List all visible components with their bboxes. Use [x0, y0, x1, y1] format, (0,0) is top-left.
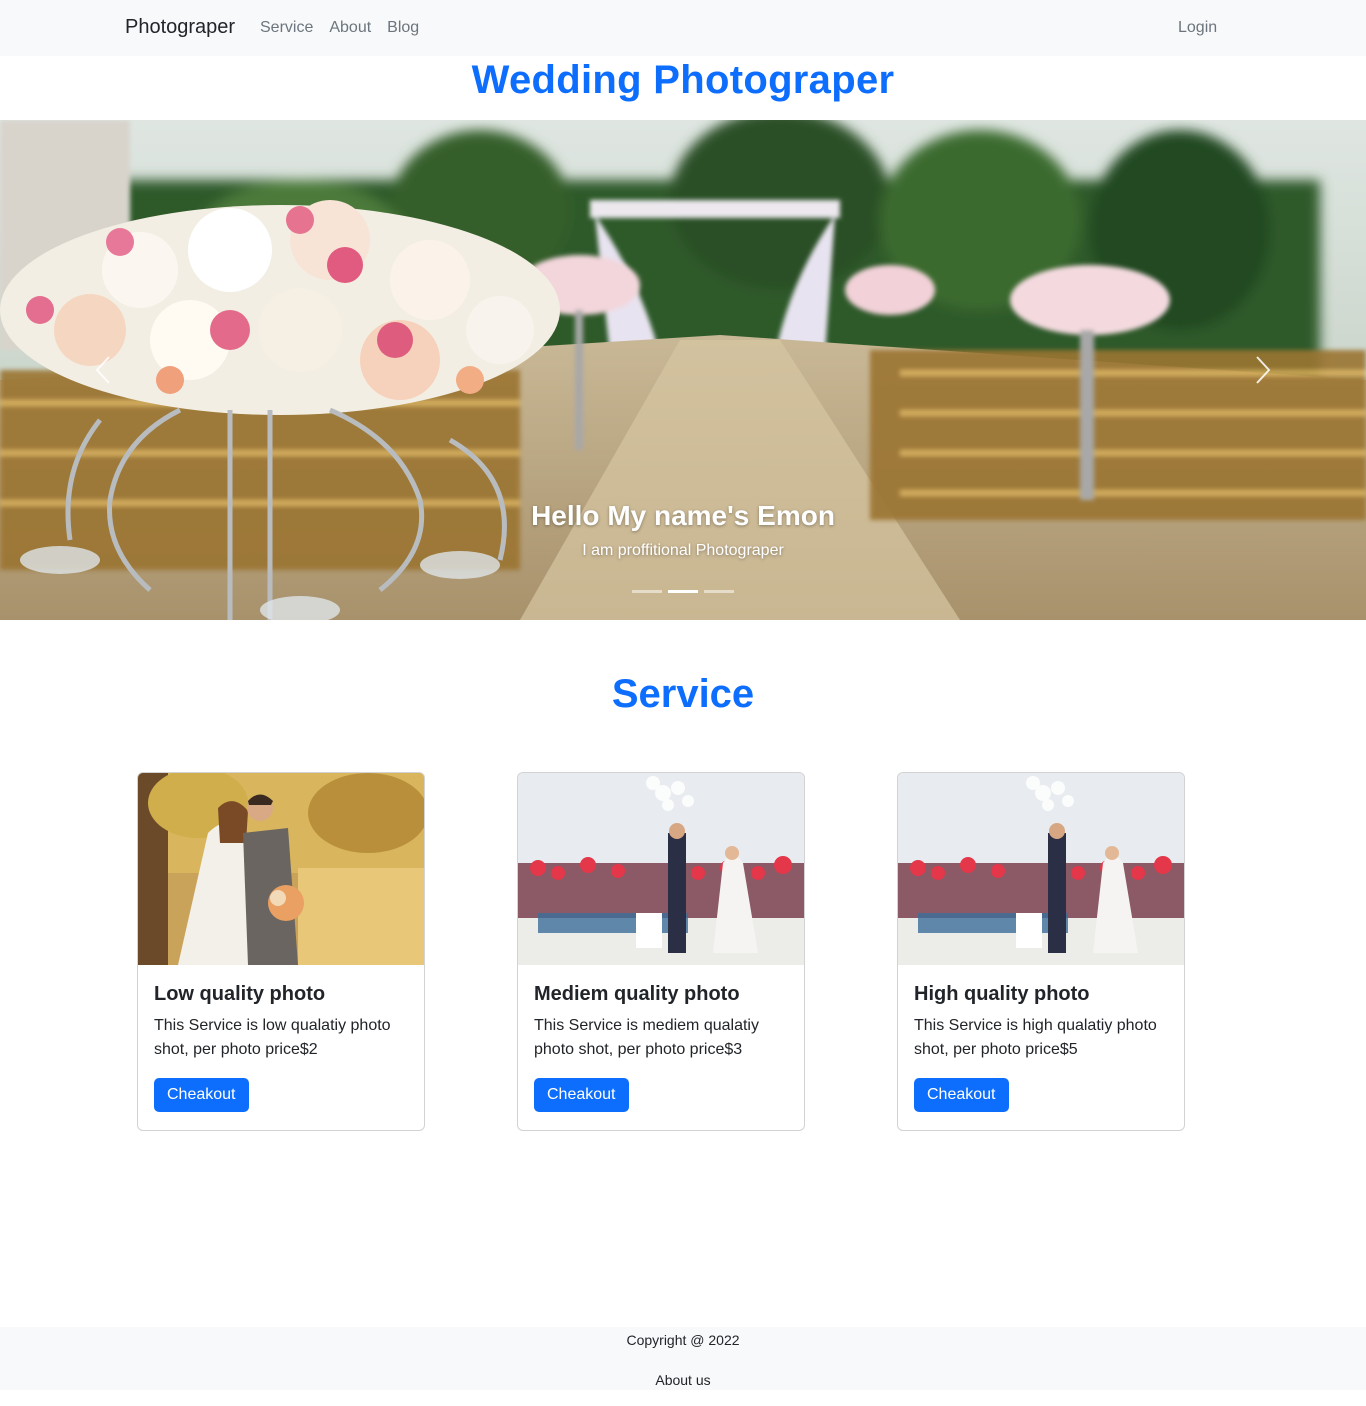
chevron-left-icon — [95, 356, 110, 384]
nav-link-about[interactable]: About — [329, 19, 371, 37]
card-text: This Service is low qualatiy photo shot,… — [154, 1017, 391, 1058]
checkout-button-low[interactable]: Cheakout — [154, 1078, 249, 1112]
brand-link[interactable]: Photograper — [125, 16, 235, 39]
carousel-caption-title: Hello My name's Emon — [531, 500, 835, 531]
card-body: Mediem quality photo This Service is med… — [518, 965, 804, 1128]
hero-carousel: Hello My name's Emon I am proffitional P… — [0, 120, 1366, 620]
service-card-high: High quality photo This Service is high … — [897, 772, 1185, 1131]
checkout-button-medium[interactable]: Cheakout — [534, 1078, 629, 1112]
carousel-caption: Hello My name's Emon I am proffitional P… — [0, 500, 1366, 560]
login-link[interactable]: Login — [1178, 19, 1217, 37]
nav-links: Service About Blog — [260, 19, 419, 37]
wedding-balloons-photo — [898, 773, 1184, 965]
couple-lake-photo — [138, 773, 424, 965]
wedding-balloons-photo — [518, 773, 804, 965]
site-title: Wedding Photograper — [471, 58, 895, 102]
service-heading: Service — [611, 672, 755, 716]
carousel-caption-text: I am proffitional Photograper — [582, 542, 784, 559]
carousel-indicator-1[interactable] — [632, 590, 662, 593]
card-title: Low quality photo — [154, 983, 326, 1005]
checkout-button-high[interactable]: Cheakout — [914, 1078, 1009, 1112]
card-text: This Service is mediem qualatiy photo sh… — [534, 1017, 759, 1058]
carousel-prev-button[interactable] — [88, 350, 118, 390]
footer-about-link[interactable]: About us — [0, 1372, 1366, 1388]
footer: Copyright @ 2022 About us — [0, 1327, 1366, 1390]
service-card-medium: Mediem quality photo This Service is med… — [517, 772, 805, 1131]
carousel-indicators — [632, 590, 734, 593]
card-title: High quality photo — [914, 983, 1090, 1005]
carousel-indicator-3[interactable] — [704, 590, 734, 593]
nav-link-service[interactable]: Service — [260, 19, 313, 37]
chevron-right-icon — [1256, 356, 1271, 384]
navbar: Photograper Service About Blog Login — [0, 0, 1366, 56]
card-body: High quality photo This Service is high … — [898, 965, 1184, 1128]
card-title: Mediem quality photo — [534, 983, 740, 1005]
card-body: Low quality photo This Service is low qu… — [138, 965, 424, 1128]
carousel-next-button[interactable] — [1248, 350, 1278, 390]
footer-copyright: Copyright @ 2022 — [626, 1332, 740, 1348]
service-card-low: Low quality photo This Service is low qu… — [137, 772, 425, 1131]
carousel-indicator-2[interactable] — [668, 590, 698, 593]
card-text: This Service is high qualatiy photo shot… — [914, 1017, 1157, 1058]
nav-link-blog[interactable]: Blog — [387, 19, 419, 37]
